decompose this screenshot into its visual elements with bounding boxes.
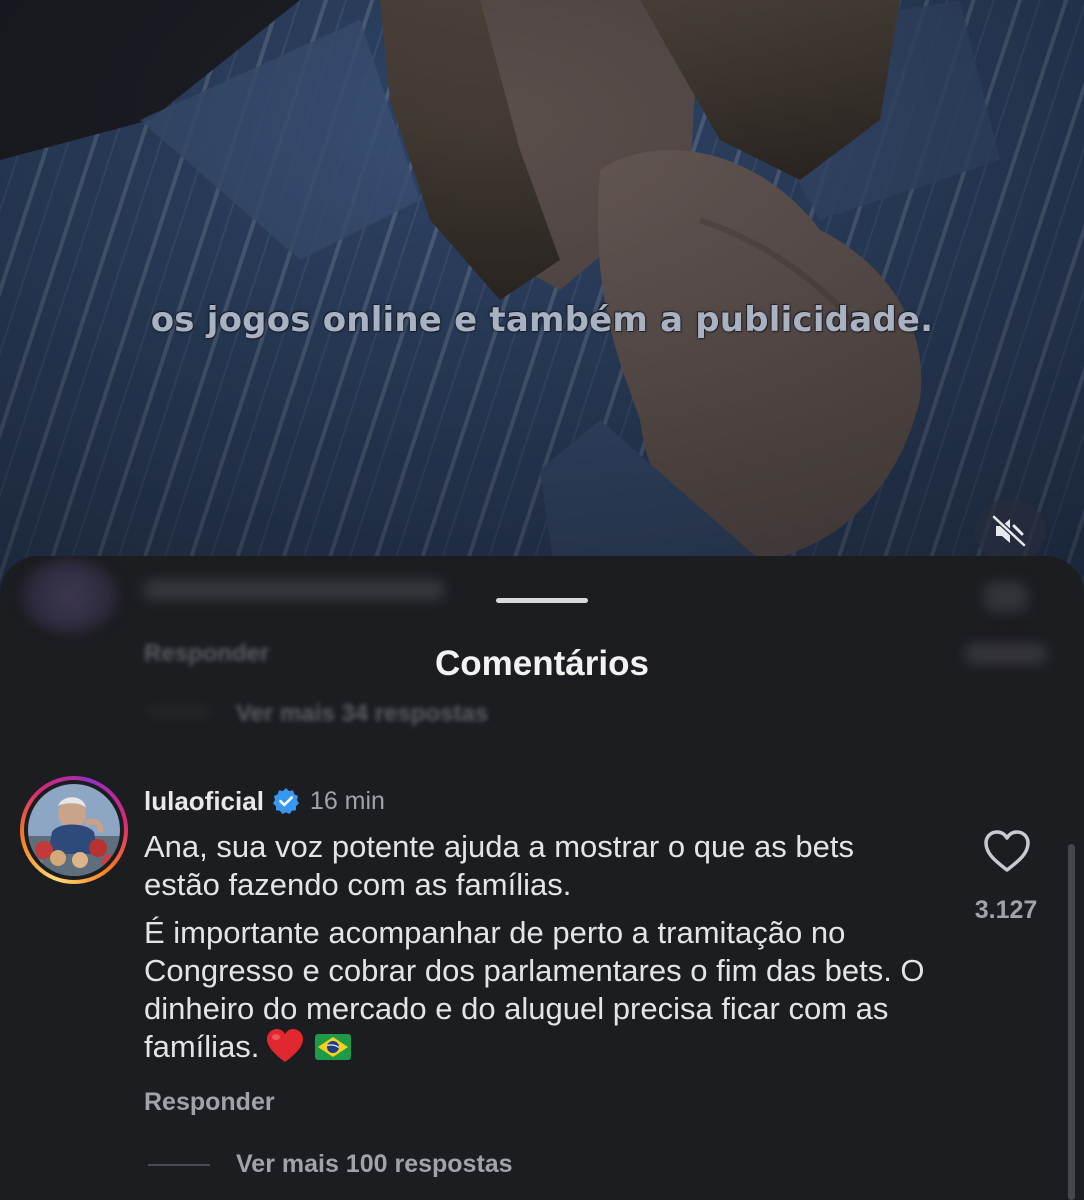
reply-button[interactable]: Responder	[144, 1088, 275, 1117]
heart-outline-icon[interactable]	[982, 828, 1032, 874]
view-more-replies-button[interactable]: Ver mais 100 respostas	[148, 1150, 513, 1179]
sheet-drag-handle[interactable]	[496, 598, 588, 603]
avatar-story-ring[interactable]	[20, 776, 128, 884]
avatar	[28, 784, 120, 876]
blurred-previous-text	[144, 580, 444, 600]
comment-header: lulaoficial 16 min	[144, 784, 385, 818]
verified-badge-icon	[272, 788, 299, 814]
replies-divider-line	[148, 1163, 210, 1166]
comment-text: Ana, sua voz potente ajuda a mostrar o q…	[144, 828, 934, 1066]
comment-paragraph-2-text: É importante acompanhar de perto a trami…	[144, 915, 925, 1064]
speaker-muted-icon	[992, 514, 1027, 548]
comment-timestamp: 16 min	[309, 786, 385, 815]
comments-sheet: Responder Ver mais 34 respostas Comentár…	[0, 556, 1084, 1200]
instagram-reel-screen: os jogos online e também a publicidade. …	[0, 0, 1084, 1200]
avatar-photo	[28, 784, 120, 876]
red-heart-emoji-icon	[267, 1029, 304, 1062]
mute-button[interactable]	[974, 499, 1046, 563]
video-subtitle: os jogos online e também a publicidade.	[150, 300, 934, 340]
blurred-previous-more-replies: Ver mais 34 respostas	[236, 700, 489, 727]
comment-paragraph-2: É importante acompanhar de perto a trami…	[144, 914, 934, 1066]
view-more-replies-label: Ver mais 100 respostas	[236, 1150, 513, 1178]
avatar-gap	[24, 780, 124, 880]
scrollbar[interactable]	[1068, 844, 1075, 1200]
like-count: 3.127	[974, 896, 1038, 924]
comment-paragraph-1: Ana, sua voz potente ajuda a mostrar o q…	[144, 829, 855, 902]
blurred-previous-avatar	[22, 560, 118, 632]
brazil-flag-emoji-icon	[315, 1034, 352, 1060]
video-player[interactable]: os jogos online e também a publicidade.	[0, 0, 1084, 610]
comment-username[interactable]: lulaoficial	[144, 786, 264, 817]
blurred-previous-replies-line	[148, 710, 210, 713]
sheet-title: Comentários	[435, 644, 649, 683]
blurred-previous-like	[984, 582, 1028, 612]
